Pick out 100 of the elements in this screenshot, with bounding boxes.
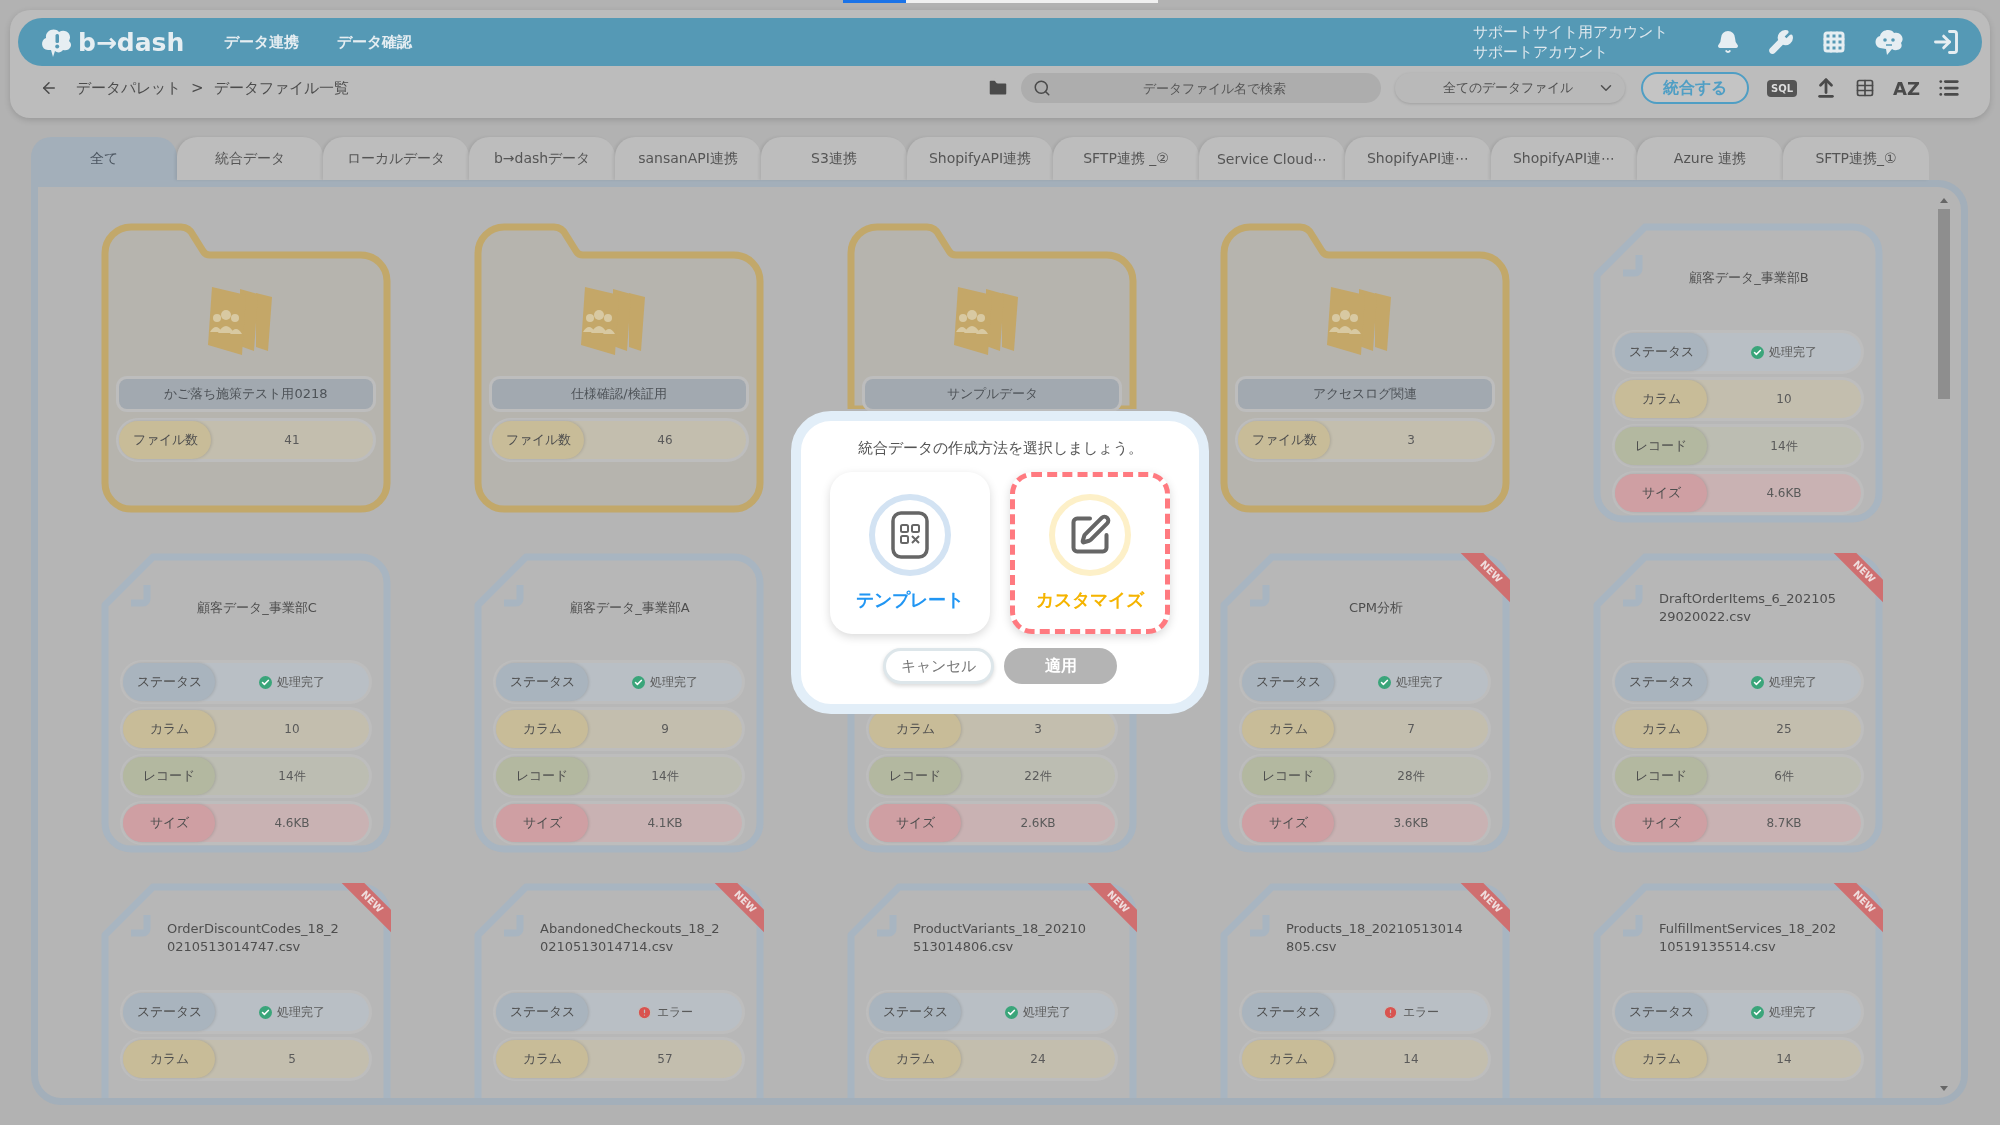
info-value: 14: [1403, 1052, 1419, 1066]
info-label: ステータス: [1615, 663, 1707, 701]
info-value: 処理完了: [1769, 1003, 1817, 1021]
tab[interactable]: Azure 連携: [1637, 137, 1783, 180]
info-label: カラム: [123, 710, 215, 748]
info-value: 10: [284, 722, 300, 736]
tab[interactable]: ShopifyAPI連⋯: [1345, 137, 1491, 180]
info-label: レコード: [123, 757, 215, 795]
info-value: エラー: [657, 1003, 693, 1021]
folder-name: 仕様確認/検証用: [492, 379, 746, 409]
info-value: エラー: [1403, 1003, 1439, 1021]
info-label: レコード: [869, 757, 961, 795]
tab[interactable]: SFTP連携 _②: [1053, 137, 1199, 180]
info-value: 処理完了: [650, 673, 698, 691]
tab[interactable]: ShopifyAPI連携: [907, 137, 1053, 180]
info-value: 28件: [1397, 767, 1425, 785]
info-value: 処理完了: [1023, 1003, 1071, 1021]
info-label: サイズ: [869, 804, 961, 842]
info-label: カラム: [496, 1040, 588, 1078]
info-value: 14件: [278, 767, 306, 785]
info-label: レコード: [1615, 427, 1707, 465]
info-value: 3.6KB: [1393, 816, 1429, 830]
info-value: 処理完了: [1769, 673, 1817, 691]
info-value: 4.1KB: [647, 816, 683, 830]
info-label: カラム: [1615, 1040, 1707, 1078]
info-value: 22件: [1024, 767, 1052, 785]
file-name: ProductVariants_18_20210513014806.csv: [913, 920, 1088, 956]
file-name: OrderDiscountCodes_18_20210513014747.csv: [167, 920, 340, 956]
info-value: 処理完了: [277, 1003, 325, 1021]
info-label: ステータス: [496, 993, 588, 1031]
info-value: 14件: [1770, 437, 1798, 455]
file-name: CPM分析: [1348, 599, 1404, 617]
info-label: カラム: [1242, 1040, 1334, 1078]
tab[interactable]: b→dashデータ: [469, 137, 615, 180]
search-field[interactable]: データファイル名で検索: [1020, 73, 1381, 103]
info-value: 46: [657, 433, 673, 447]
file-filter-select[interactable]: 全てのデータファイル: [1394, 73, 1625, 103]
tab[interactable]: S3連携: [761, 137, 907, 180]
info-value: 処理完了: [277, 673, 325, 691]
info-value: 8.7KB: [1766, 816, 1802, 830]
tab[interactable]: SFTP連携_①: [1783, 137, 1929, 180]
info-value: 6件: [1774, 767, 1794, 785]
dialog-title: 統合データの作成方法を選択しましょう。: [857, 439, 1143, 458]
tab[interactable]: ローカルデータ: [323, 137, 469, 180]
info-value: 10: [1776, 392, 1792, 406]
info-label: ステータス: [123, 993, 215, 1031]
info-value: 5: [288, 1052, 296, 1066]
account-name: サポートサイト用アカウント サポートアカウント: [1473, 22, 1668, 62]
file-name: 顧客データ_事業部B: [1689, 269, 1809, 287]
info-value: 25: [1776, 722, 1792, 736]
sort-button[interactable]: AZ: [1893, 77, 1920, 99]
info-label: ステータス: [1615, 333, 1707, 371]
info-label: カラム: [869, 1040, 961, 1078]
info-label: ファイル数: [1238, 421, 1330, 459]
info-value: 2.6KB: [1020, 816, 1056, 830]
nav-link[interactable]: データ確認: [337, 32, 413, 52]
info-value: 41: [284, 433, 300, 447]
info-value: 14: [1776, 1052, 1792, 1066]
info-label: レコード: [1242, 757, 1334, 795]
info-label: レコード: [1615, 757, 1707, 795]
info-value: 処理完了: [1769, 343, 1817, 361]
info-value: 14件: [651, 767, 679, 785]
sql-button[interactable]: SQL: [1766, 79, 1797, 97]
breadcrumb-separator: >: [191, 79, 204, 97]
tab[interactable]: Service Cloud⋯: [1199, 137, 1345, 180]
info-label: カラム: [496, 710, 588, 748]
info-label: カラム: [1242, 710, 1334, 748]
info-label: ステータス: [1615, 993, 1707, 1031]
folder-name: サンプルデータ: [865, 379, 1119, 409]
folder-name: かご落ち施策テスト用0218: [119, 379, 373, 409]
file-name: 顧客データ_事業部C: [197, 599, 317, 617]
info-value: 9: [661, 722, 669, 736]
info-value: 処理完了: [1396, 673, 1444, 691]
file-name: 顧客データ_事業部A: [570, 599, 690, 617]
folder-name: アクセスログ関連: [1238, 379, 1492, 409]
breadcrumb-current[interactable]: データファイル一覧: [213, 78, 349, 98]
info-label: ステータス: [496, 663, 588, 701]
info-label: ステータス: [1242, 663, 1334, 701]
tab[interactable]: sansanAPI連携: [615, 137, 761, 180]
logo-text: b→dash: [78, 27, 185, 57]
info-value: 4.6KB: [1766, 486, 1802, 500]
info-value: 7: [1407, 722, 1415, 736]
info-label: ステータス: [123, 663, 215, 701]
info-label: カラム: [123, 1040, 215, 1078]
info-label: サイズ: [1615, 804, 1707, 842]
info-label: ファイル数: [119, 421, 211, 459]
info-value: 24: [1030, 1052, 1046, 1066]
tab[interactable]: ShopifyAPI連⋯: [1491, 137, 1637, 180]
nav-link[interactable]: データ連携: [224, 32, 300, 52]
info-value: 57: [657, 1052, 673, 1066]
info-label: サイズ: [496, 804, 588, 842]
info-label: サイズ: [123, 804, 215, 842]
tab[interactable]: 統合データ: [177, 137, 323, 180]
info-value: 3: [1034, 722, 1042, 736]
breadcrumb-link[interactable]: データパレット: [76, 78, 181, 98]
tab[interactable]: 全て: [31, 137, 177, 180]
info-label: ステータス: [1242, 993, 1334, 1031]
cancel-button[interactable]: キャンセル: [883, 648, 994, 684]
info-label: ファイル数: [492, 421, 584, 459]
info-value: 3: [1407, 433, 1415, 447]
